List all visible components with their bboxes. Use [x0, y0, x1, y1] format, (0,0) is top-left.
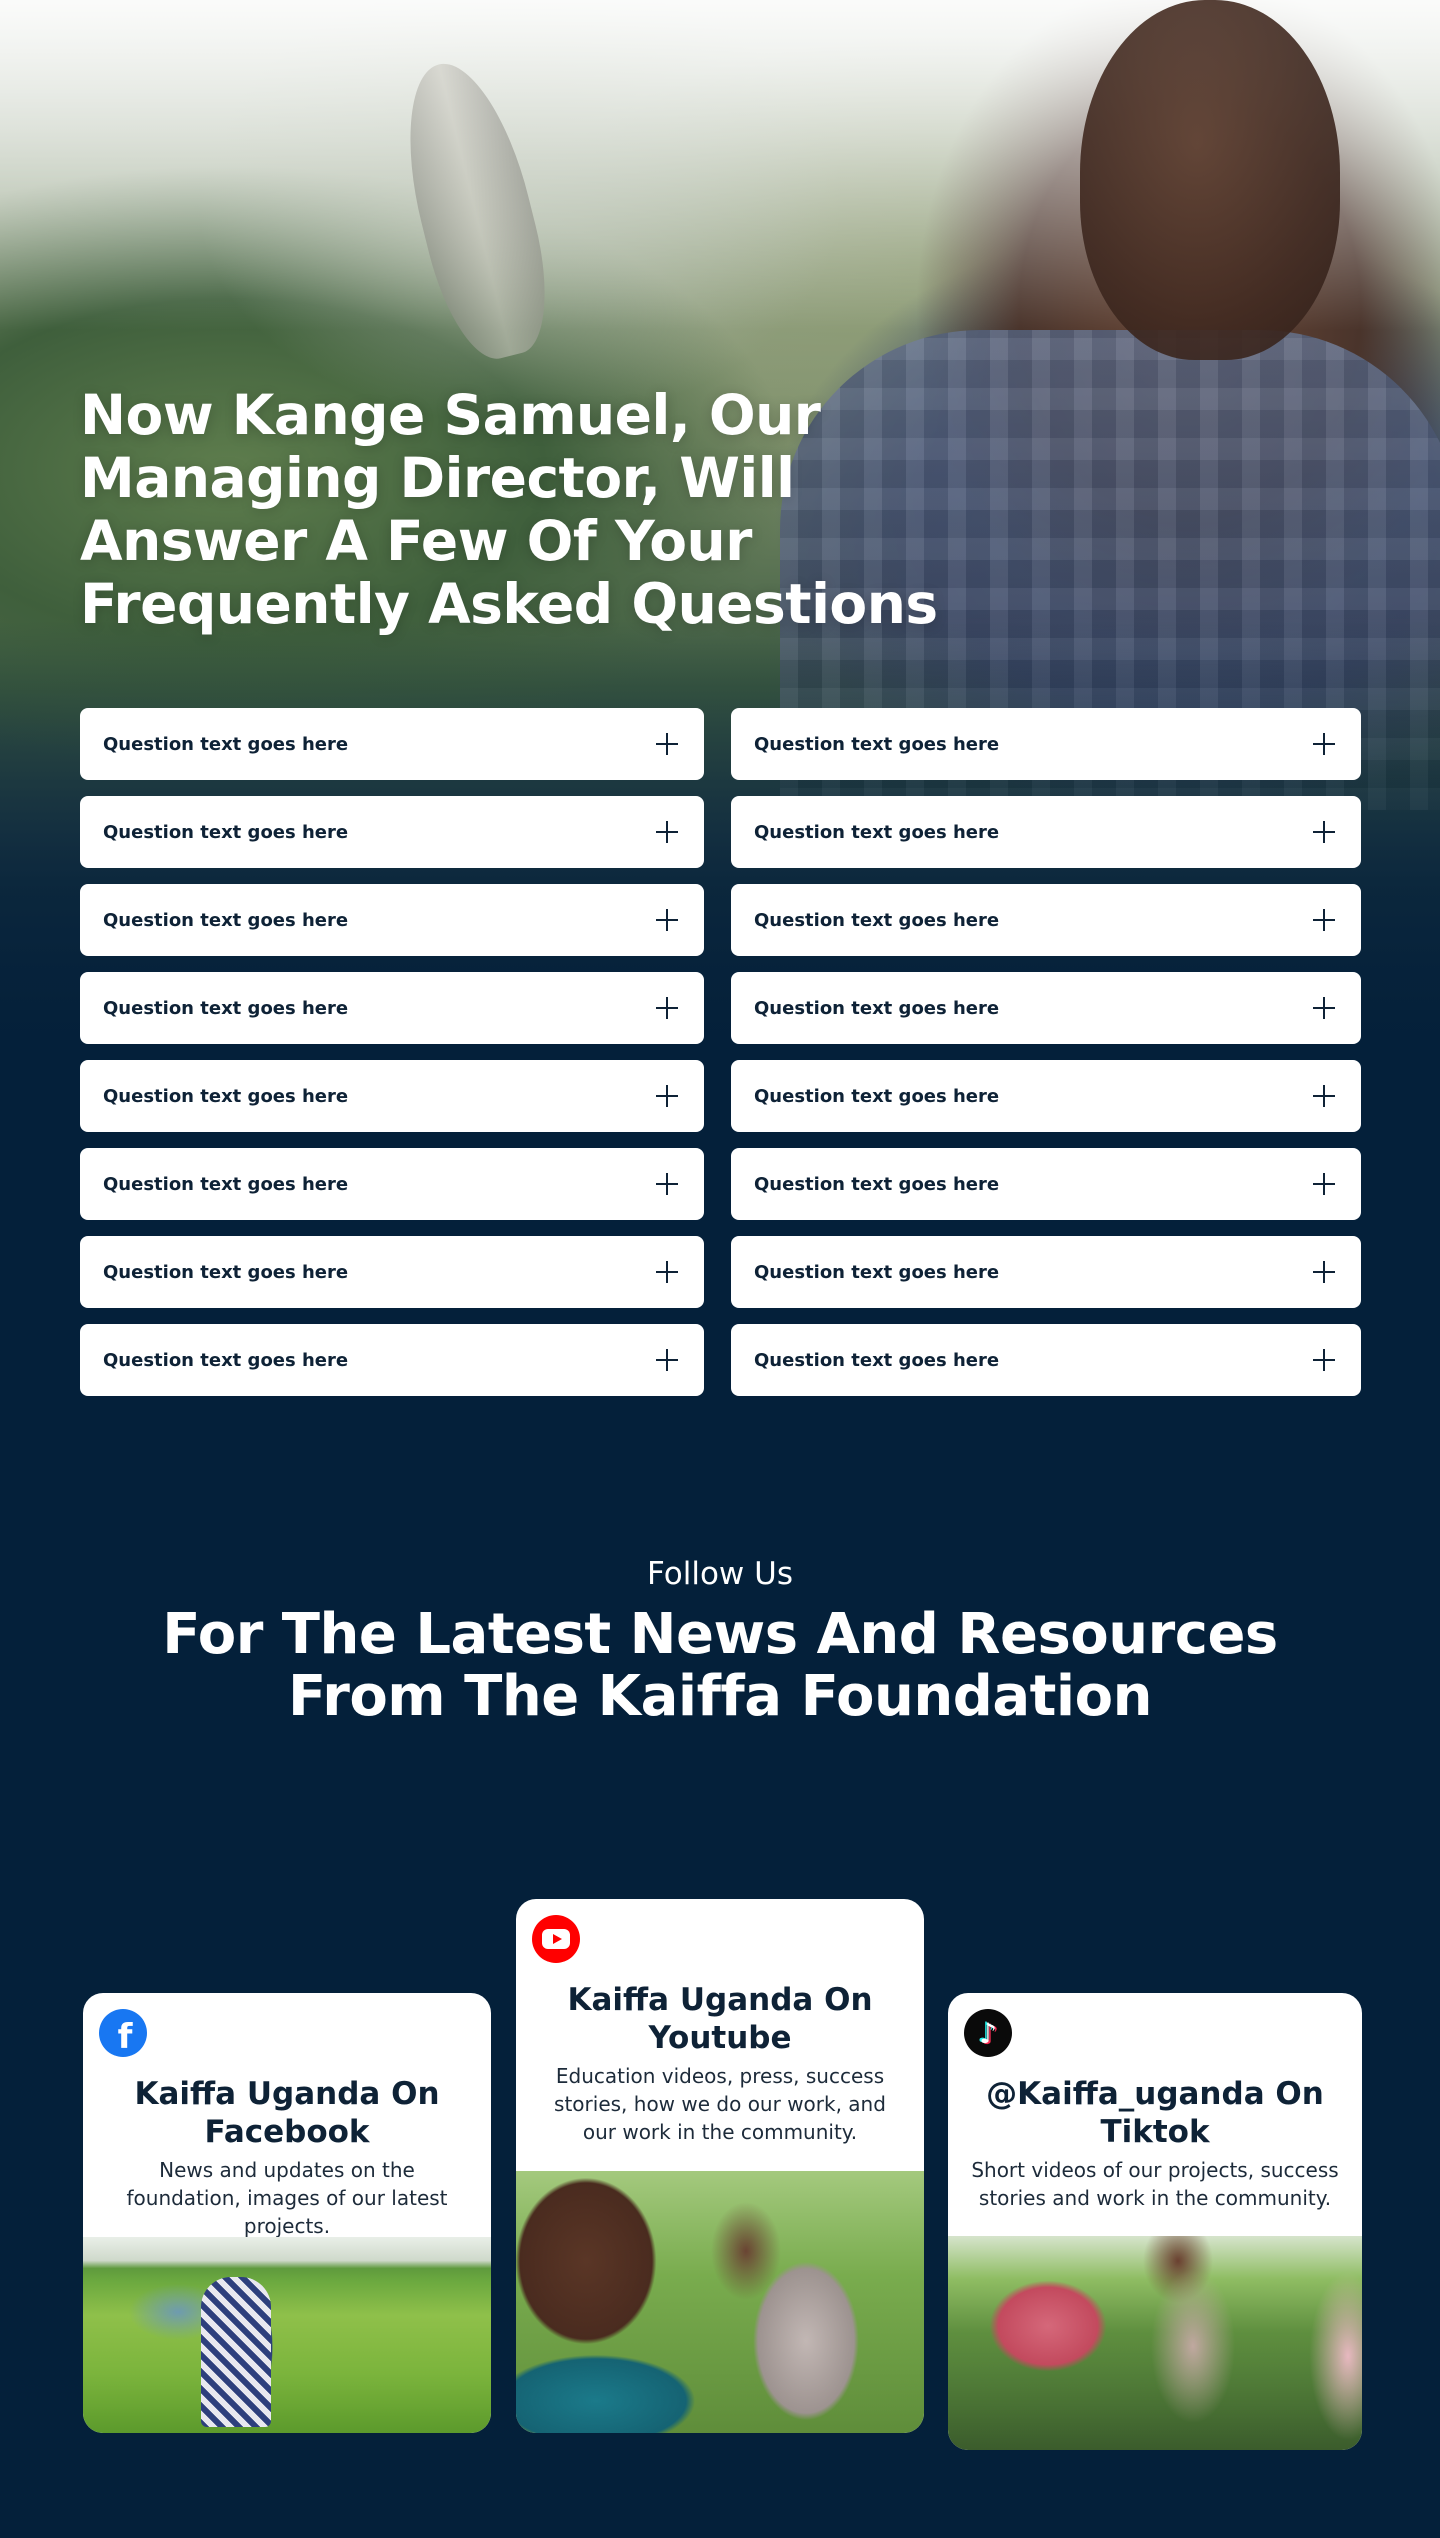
faq-title: Now Kange Samuel, Our Managing Director,…: [80, 383, 938, 636]
youtube-icon: [532, 1915, 580, 1963]
faq-item[interactable]: Question text goes here: [731, 1060, 1361, 1132]
follow-title-line-2: From The Kaiffa Foundation: [288, 1664, 1152, 1729]
plus-icon[interactable]: [656, 1085, 678, 1107]
faq-item[interactable]: Question text goes here: [80, 1148, 704, 1220]
faq-question-text: Question text goes here: [103, 997, 349, 1019]
faq-question-text: Question text goes here: [754, 1261, 1000, 1283]
youtube-card-image: [516, 2171, 924, 2433]
faq-item[interactable]: Question text goes here: [731, 796, 1361, 868]
faq-item[interactable]: Question text goes here: [80, 884, 704, 956]
plus-icon[interactable]: [656, 1261, 678, 1283]
faq-question-text: Question text goes here: [103, 1085, 349, 1107]
youtube-card-title: Kaiffa Uganda On Youtube: [567, 1982, 873, 2056]
youtube-card[interactable]: Kaiffa Uganda On Youtube Education video…: [516, 1899, 924, 2433]
faq-item[interactable]: Question text goes here: [731, 1324, 1361, 1396]
plus-icon[interactable]: [656, 1349, 678, 1371]
faq-item[interactable]: Question text goes here: [731, 972, 1361, 1044]
youtube-card-description: Education videos, press, success stories…: [554, 2064, 886, 2144]
faq-item[interactable]: Question text goes here: [80, 796, 704, 868]
plus-icon[interactable]: [1313, 909, 1335, 931]
faq-question-text: Question text goes here: [103, 1349, 349, 1371]
facebook-card-title: Kaiffa Uganda On Facebook: [134, 2076, 440, 2150]
faq-question-text: Question text goes here: [103, 909, 349, 931]
tiktok-card[interactable]: ♪ @Kaiffa_uganda On Tiktok Short videos …: [948, 1993, 1362, 2450]
facebook-card[interactable]: f Kaiffa Uganda On Facebook News and upd…: [83, 1993, 491, 2433]
faq-item[interactable]: Question text goes here: [80, 972, 704, 1044]
faq-question-text: Question text goes here: [754, 1349, 1000, 1371]
plus-icon[interactable]: [1313, 1349, 1335, 1371]
plus-icon[interactable]: [656, 733, 678, 755]
plus-icon[interactable]: [656, 997, 678, 1019]
faq-question-text: Question text goes here: [754, 733, 1000, 755]
faq-item[interactable]: Question text goes here: [80, 1324, 704, 1396]
faq-question-text: Question text goes here: [754, 1173, 1000, 1195]
hero-person-image: [1080, 0, 1340, 360]
plus-icon[interactable]: [656, 1173, 678, 1195]
tiktok-icon: ♪: [964, 2009, 1012, 2057]
follow-title: For The Latest News And Resources From T…: [0, 1604, 1440, 1728]
tiktok-card-description: Short videos of our projects, success st…: [971, 2158, 1339, 2210]
plus-icon[interactable]: [656, 821, 678, 843]
facebook-card-description: News and updates on the foundation, imag…: [126, 2158, 448, 2238]
plus-icon[interactable]: [1313, 1173, 1335, 1195]
faq-item[interactable]: Question text goes here: [80, 708, 704, 780]
faq-item[interactable]: Question text goes here: [731, 708, 1361, 780]
faq-item[interactable]: Question text goes here: [80, 1060, 704, 1132]
faq-item[interactable]: Question text goes here: [731, 884, 1361, 956]
plus-icon[interactable]: [1313, 821, 1335, 843]
tiktok-card-image: [948, 2236, 1362, 2450]
follow-eyebrow: Follow Us: [647, 1556, 793, 1592]
faq-question-text: Question text goes here: [754, 997, 1000, 1019]
faq-question-text: Question text goes here: [754, 909, 1000, 931]
facebook-icon: f: [99, 2009, 147, 2057]
faq-question-text: Question text goes here: [103, 1173, 349, 1195]
tiktok-card-title: @Kaiffa_uganda On Tiktok: [986, 2076, 1324, 2150]
plus-icon[interactable]: [1313, 1085, 1335, 1107]
faq-list: Question text goes here Question text go…: [80, 708, 1361, 1396]
facebook-card-image: [83, 2237, 491, 2433]
follow-title-line-1: For The Latest News And Resources: [162, 1602, 1278, 1667]
faq-question-text: Question text goes here: [754, 1085, 1000, 1107]
faq-question-text: Question text goes here: [103, 733, 349, 755]
plus-icon[interactable]: [1313, 1261, 1335, 1283]
plus-icon[interactable]: [1313, 997, 1335, 1019]
faq-item[interactable]: Question text goes here: [80, 1236, 704, 1308]
faq-question-text: Question text goes here: [103, 1261, 349, 1283]
faq-item[interactable]: Question text goes here: [731, 1236, 1361, 1308]
faq-question-text: Question text goes here: [103, 821, 349, 843]
faq-item[interactable]: Question text goes here: [731, 1148, 1361, 1220]
faq-question-text: Question text goes here: [754, 821, 1000, 843]
plus-icon[interactable]: [1313, 733, 1335, 755]
plus-icon[interactable]: [656, 909, 678, 931]
